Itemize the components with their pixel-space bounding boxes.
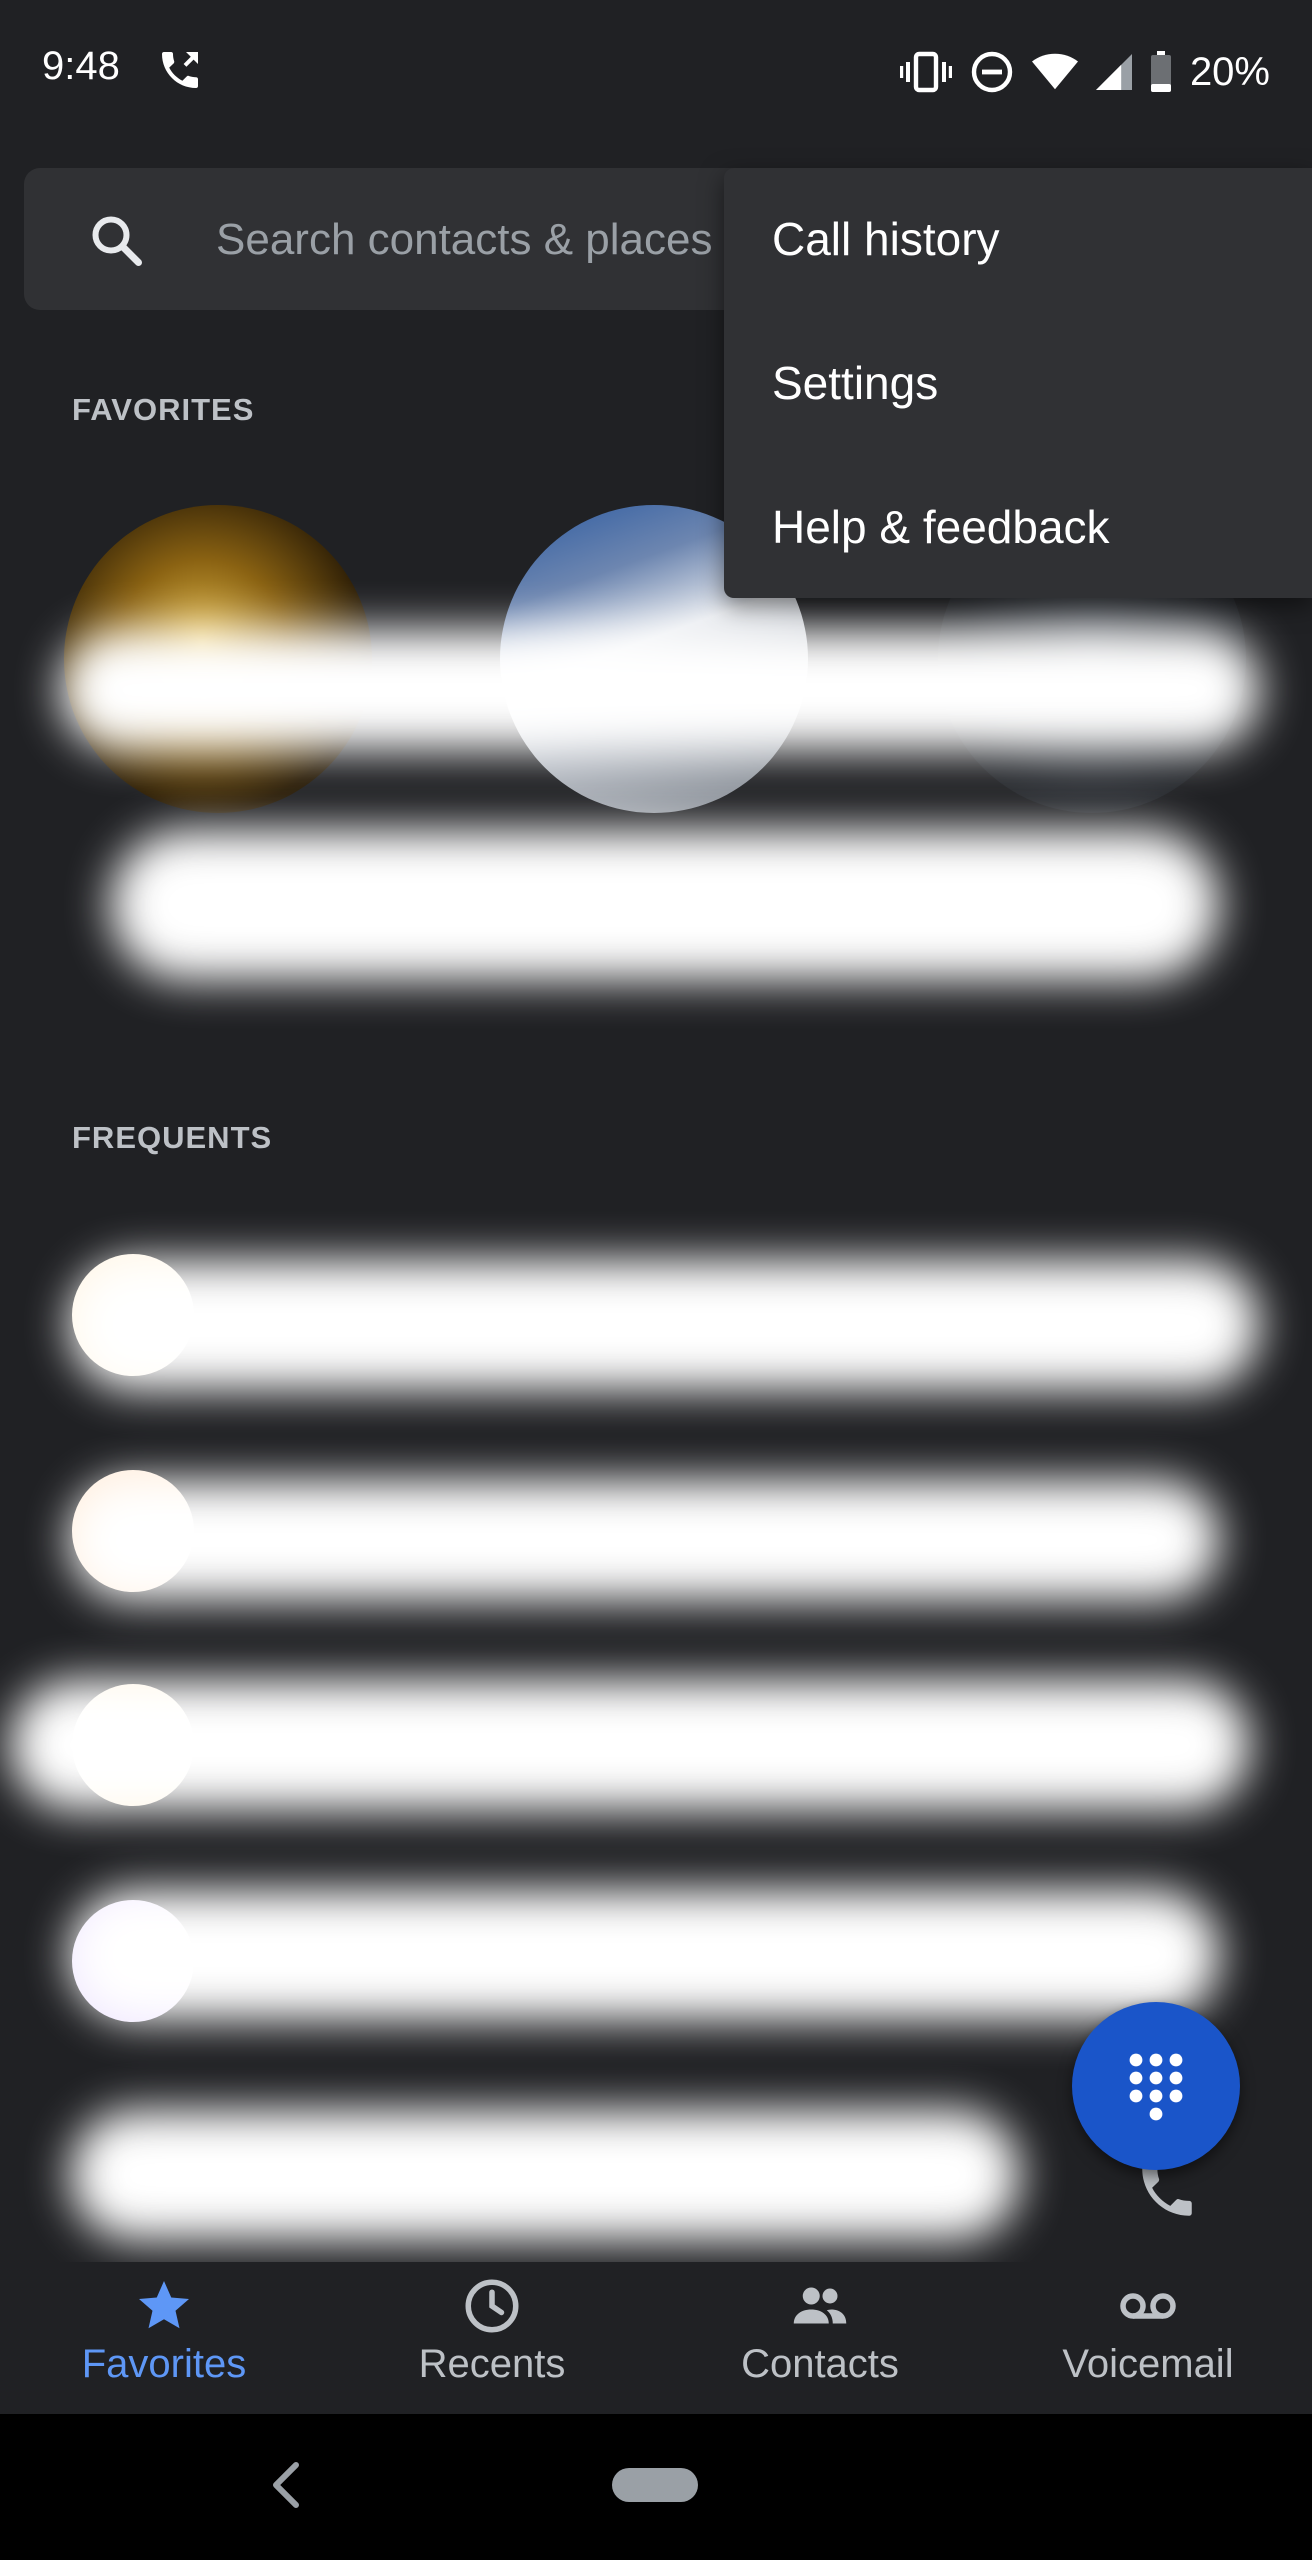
call-forward-icon [162,52,198,88]
dialpad-button[interactable] [1072,2002,1240,2170]
frequents-heading: FREQUENTS [72,1120,273,1155]
dialpad-icon [1129,2053,1183,2121]
menu-item-settings[interactable]: Settings [772,356,938,410]
nav-label-contacts: Contacts [741,2342,899,2386]
status-time: 9:48 [42,44,120,88]
redacted-area [70,1480,1220,1600]
search-input[interactable]: Search contacts & places [216,215,712,265]
nav-label-favorites: Favorites [81,2342,247,2386]
redacted-area [10,1680,1250,1810]
nav-label-recents: Recents [418,2342,566,2386]
home-button[interactable] [612,2468,698,2502]
do-not-disturb-icon [971,51,1013,93]
system-navigation-bar [0,2414,1312,2560]
vibrate-icon [899,51,952,93]
voicemail-icon [1120,2293,1176,2319]
menu-item-call-history[interactable]: Call history [772,212,1000,266]
wifi-icon [1031,53,1078,90]
status-bar: 9:48 20% [0,0,1312,145]
back-icon[interactable] [266,2460,306,2510]
battery-percentage: 20% [1189,49,1270,94]
redacted-area [70,1890,1220,2020]
cellular-signal-icon [1095,54,1132,90]
nav-label-voicemail: Voicemail [1062,2342,1234,2386]
redacted-area [110,830,1220,980]
overflow-menu: Call history Settings Help & feedback [724,168,1312,598]
people-icon [793,2287,847,2324]
battery-icon [1150,51,1171,92]
redacted-area [70,1260,1260,1390]
star-icon [139,2281,189,2329]
nav-tab-contacts[interactable]: Contacts [656,2262,984,2414]
nav-tab-recents[interactable]: Recents [328,2262,656,2414]
redacted-area [60,630,1260,750]
search-icon [92,216,142,266]
favorites-heading: FAVORITES [72,392,255,427]
clock-icon [465,2279,519,2333]
nav-tab-favorites[interactable]: Favorites [0,2262,328,2414]
menu-item-help-feedback[interactable]: Help & feedback [772,500,1110,554]
status-icons: 20% [899,44,1270,100]
redacted-area [70,2110,1020,2240]
nav-tab-voicemail[interactable]: Voicemail [984,2262,1312,2414]
bottom-navigation: Favorites Recents Contacts Voicemail [0,2262,1312,2414]
